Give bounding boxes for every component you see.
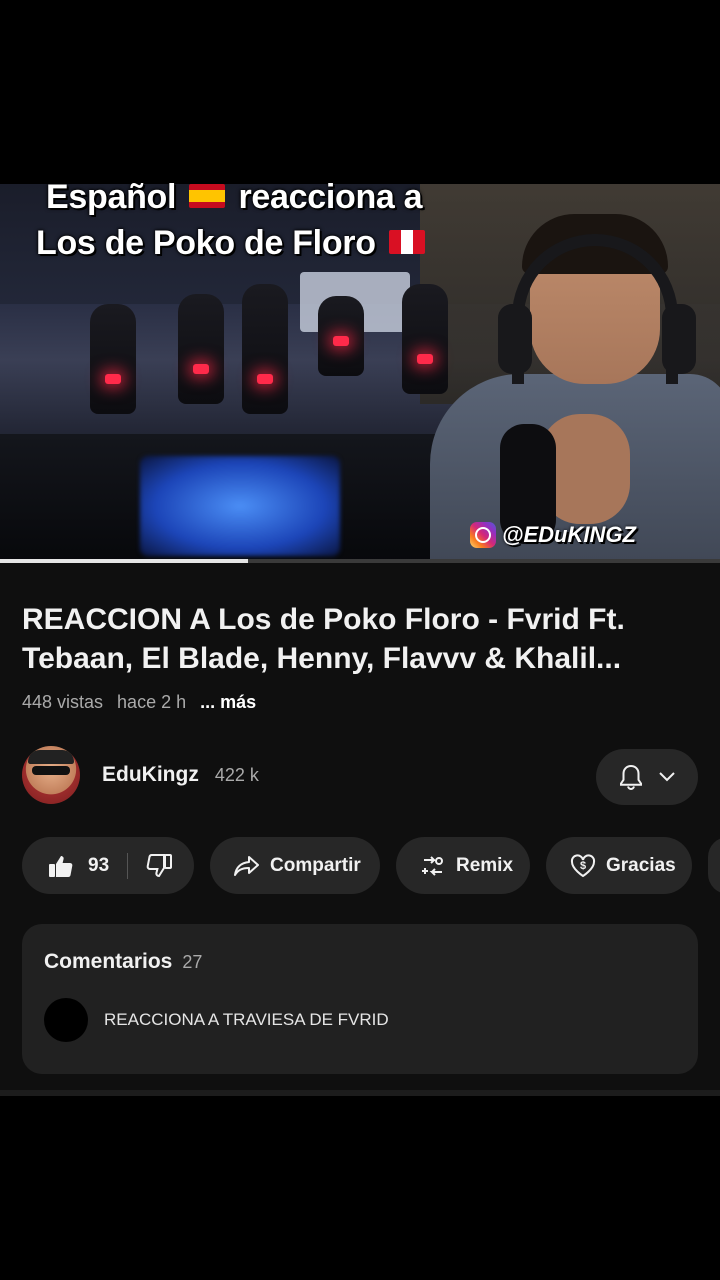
- instagram-watermark: @EDuKINGZ: [470, 522, 636, 548]
- video-meta[interactable]: 448 vistas hace 2 h ... más: [22, 692, 256, 713]
- motorcycle-rider: [318, 296, 364, 376]
- remix-icon: [420, 853, 446, 879]
- motorcycle-rider: [242, 284, 288, 414]
- instagram-icon: [470, 522, 496, 548]
- flag-spain-icon: [189, 184, 226, 209]
- motorcycle-rider: [178, 294, 224, 404]
- bell-icon: [618, 763, 644, 791]
- comments-label: Comentarios: [44, 950, 173, 973]
- like-button[interactable]: 93: [48, 854, 109, 878]
- comments-count: 27: [182, 952, 203, 972]
- thanks-label: Gracias: [606, 854, 676, 876]
- caption-line2: Los de Poko de Floro: [36, 224, 376, 262]
- commenter-avatar: [44, 998, 88, 1042]
- dislike-button[interactable]: [146, 853, 173, 878]
- like-count: 93: [88, 854, 110, 876]
- bottom-divider: [0, 1090, 720, 1096]
- thumbs-up-icon: [48, 854, 74, 878]
- thumbs-down-icon: [146, 853, 173, 878]
- flag-peru-icon: [388, 230, 425, 255]
- remix-label: Remix: [456, 854, 514, 876]
- heart-dollar-icon: $: [570, 853, 596, 878]
- view-count: 448 vistas: [22, 692, 104, 712]
- streamer: [390, 214, 720, 562]
- more-actions-button[interactable]: [708, 837, 720, 894]
- svg-text:$: $: [580, 860, 586, 872]
- remix-button[interactable]: Remix: [396, 837, 530, 894]
- like-divider: [127, 852, 129, 879]
- chevron-down-icon: [658, 771, 676, 783]
- top-comment-text: REACCIONA A TRAVIESA DE FVRID: [104, 1010, 389, 1029]
- instagram-handle: @EDuKINGZ: [502, 522, 636, 547]
- channel-name[interactable]: EduKingz: [102, 763, 199, 787]
- share-arrow-icon: [234, 855, 260, 877]
- upload-age: hace 2 h: [117, 692, 187, 712]
- action-bar: 93 Compartir Remix $ Gracias: [22, 837, 720, 894]
- more-link[interactable]: ... más: [200, 692, 256, 713]
- like-dislike-group: 93: [22, 837, 194, 894]
- dashboard-screen: [140, 456, 340, 556]
- subscriber-count: 422 k: [214, 764, 259, 785]
- subscription-bell-button[interactable]: [596, 749, 698, 805]
- channel-row[interactable]: EduKingz 422 k: [22, 746, 259, 804]
- comments-section[interactable]: Comentarios 27 REACCIONA A TRAVIESA DE F…: [22, 924, 698, 1074]
- video-title[interactable]: REACCION A Los de Poko Floro - Fvrid Ft.…: [22, 600, 702, 678]
- caption-line1-end: reacciona a: [238, 178, 423, 216]
- channel-avatar[interactable]: [22, 746, 80, 804]
- video-overlay-caption: Español reacciona a Los de Poko de Floro: [36, 174, 476, 266]
- share-button[interactable]: Compartir: [210, 837, 380, 894]
- top-comment[interactable]: REACCIONA A TRAVIESA DE FVRID: [44, 998, 389, 1042]
- comments-header: Comentarios 27: [44, 950, 202, 974]
- thanks-button[interactable]: $ Gracias: [546, 837, 692, 894]
- motorcycle-rider: [90, 304, 136, 414]
- share-label: Compartir: [270, 854, 361, 876]
- caption-line1-start: Español: [46, 178, 177, 216]
